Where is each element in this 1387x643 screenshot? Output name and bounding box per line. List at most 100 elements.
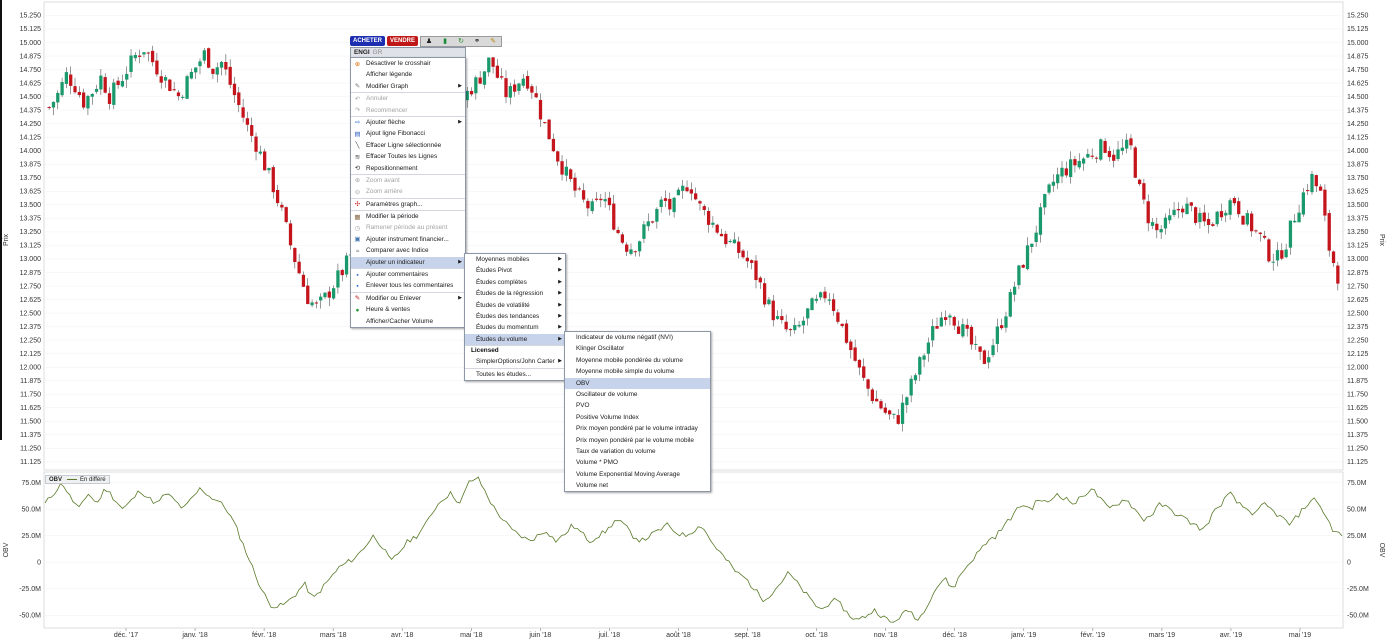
candle-body [150, 50, 155, 63]
menu-item-obv[interactable]: OBV [565, 377, 710, 389]
obv-tick-label-left: 50.0M [22, 506, 42, 513]
price-tick-label-left: 13.250 [20, 229, 42, 236]
menu-item-ajouter-un-indicateur[interactable]: Ajouter un indicateur ▶ [351, 256, 465, 269]
candle-body [1064, 168, 1068, 176]
menu-item-ramener-periode-au-present[interactable]: ◷ Ramener période au présent [351, 222, 465, 233]
candle [762, 278, 767, 308]
menu-item-heure-ventes[interactable]: ● Heure & ventes [351, 304, 465, 315]
candle [228, 59, 232, 89]
menu-item-ajouter-fleche[interactable]: ⇨ Ajouter flèche ▶ [351, 117, 465, 128]
candle [974, 335, 978, 350]
menu-item-effacer-ligne-selectionnee[interactable]: ╲ Effacer Ligne sélectionnée [351, 140, 465, 151]
all-studies-item[interactable]: Toutes les études... [465, 369, 565, 380]
menu-item-annuler[interactable]: ↶ Annuler [351, 93, 465, 104]
menu-item-afficher-legende[interactable]: Afficher légende [351, 69, 465, 80]
menu-item-ajouter-commentaires[interactable]: ▪ Ajouter commentaires [351, 269, 465, 280]
menu-item-effacer-toutes-les-lignes[interactable]: ≋ Effacer Toutes les Lignes [351, 151, 465, 162]
menu-item-prix-moyen-pondere-par-le-volume-intraday[interactable]: Prix moyen pondéré par le volume intrada… [565, 423, 710, 434]
candle-body [879, 401, 883, 409]
menu-item-ajout-ligne-fibonacci[interactable]: ▤ Ajout ligne Fibonacci [351, 128, 465, 139]
menu-item-label: Afficher légende [366, 71, 413, 79]
menu-item-comparer-avec-indice[interactable]: ≈ Comparer avec Indice [351, 245, 465, 256]
candle [194, 67, 198, 79]
candle-body [974, 343, 978, 345]
candle-body [51, 101, 56, 108]
candle [594, 192, 599, 202]
menu-item-etudes-de-volatilite[interactable]: Études de volatilité ▶ [465, 300, 565, 311]
menu-item-etudes-du-volume[interactable]: Études du volume ▶ [465, 333, 565, 346]
menu-item-moyenne-mobile-ponderee-du-volume[interactable]: Moyenne mobile pondérée du volume [565, 355, 710, 366]
candle-body [1017, 265, 1021, 286]
price-tick-label-right: 13.875 [1347, 162, 1369, 169]
menu-item-modifier-ou-enlever[interactable]: ✎ Modifier ou Enlever ▶ [351, 293, 465, 304]
candle-body [1146, 201, 1150, 224]
menu-item-afficher-cacher-volume[interactable]: Afficher/Cacher Volume [351, 316, 465, 327]
submenu-arrow-icon: ▶ [458, 258, 462, 265]
menu-item-oscillateur-de-volume[interactable]: Oscillateur de volume [565, 389, 710, 400]
price-chart[interactable]: 15.250 15.250 15.125 15.125 15.000 15.000 14.8… [0, 0, 1387, 643]
candle [905, 396, 909, 414]
candle-body [469, 90, 474, 95]
menu-item-indicateur-de-volume-negatif-nvi[interactable]: Indicateur de volume négatif (NVI) [565, 332, 710, 343]
menu-item-zoom-avant[interactable]: ⊕ Zoom avant [351, 175, 465, 186]
candle [844, 319, 849, 345]
menu-item-desactiver-le-crosshair[interactable]: ⊕ Désactiver le crosshair [351, 58, 465, 69]
menu-item-volume-exponential-moving-average[interactable]: Volume Exponential Moving Average [565, 469, 710, 480]
menu-item-enlever-tous-les-commentaires[interactable]: ▪ Enlever tous les commentaires [351, 280, 465, 291]
submenu-arrow-icon: ▶ [458, 82, 462, 89]
menu-item-moyennes-mobiles[interactable]: Moyennes mobiles ▶ [465, 254, 565, 265]
candle-body [258, 151, 262, 154]
bar-chart-icon[interactable]: ▮ [437, 37, 453, 46]
candle [694, 187, 698, 201]
menu-item-taux-de-variation-du-volume[interactable]: Taux de variation du volume [565, 446, 710, 457]
obv-tick-label-right: 25.0M [1347, 533, 1367, 540]
menu-item-modifier-graph[interactable]: ✎ Modifier Graph ▶ [351, 81, 465, 92]
candle-body [206, 48, 211, 68]
candle [564, 159, 568, 182]
menu-item-volume-net[interactable]: Volume net [565, 480, 710, 491]
all-studies-label: Toutes les études... [476, 370, 532, 378]
candle [116, 76, 120, 89]
menu-item-etudes-pivot[interactable]: Études Pivot ▶ [465, 265, 565, 276]
menu-item-simpleroptions-john-carter[interactable]: SimplerOptions/John Carter ▶ [465, 356, 565, 367]
menu-item-positive-volume-index[interactable]: Positive Volume Index [565, 412, 710, 423]
candle-body [793, 325, 797, 331]
menu-item-pvo[interactable]: PVO [565, 400, 710, 411]
person-icon[interactable]: ♟ [421, 37, 437, 46]
menu-item-repositionnement[interactable]: ⟲ Repositionnement [351, 163, 465, 174]
menu-item-etudes-du-momentum[interactable]: Études du momentum ▶ [465, 322, 565, 333]
buy-button[interactable]: ACHETER [350, 36, 386, 46]
menu-item-moyenne-mobile-simple-du-volume[interactable]: Moyenne mobile simple du volume [565, 366, 710, 377]
menu-item-zoom-arriere[interactable]: ⊖ Zoom arrière [351, 186, 465, 197]
candle [1086, 148, 1090, 159]
candle-body [146, 52, 150, 54]
candle [741, 249, 745, 259]
menu-item-volume-pmo[interactable]: Volume * PMO [565, 457, 710, 468]
menu-item-label: Heure & ventes [366, 306, 411, 314]
candle [103, 73, 107, 94]
menu-item-modifier-la-periode[interactable]: ▦ Modifier la période [351, 211, 465, 222]
candle-body [491, 57, 495, 67]
menu-item-etudes-de-la-regression[interactable]: Études de la régression ▶ [465, 288, 565, 299]
menu-item-klinger-oscillator[interactable]: Klinger Oscillator [565, 343, 710, 354]
menu-item-parametres-graph[interactable]: ✣ Paramètres graph... [351, 199, 465, 210]
link-icon[interactable]: ⚭ [469, 37, 485, 46]
pencil-icon[interactable]: ✎ [485, 37, 501, 46]
candle [314, 300, 319, 309]
menu-item-recommencer[interactable]: ↷ Recommencer [351, 105, 465, 116]
candle [538, 93, 543, 127]
obv-line [44, 476, 1343, 623]
candle-body [1038, 207, 1043, 235]
sell-button[interactable]: VENDRE [387, 36, 419, 46]
menu-item-prix-moyen-pondere-par-le-volume-mobile[interactable]: Prix moyen pondéré par le volume mobile [565, 435, 710, 446]
refresh-icon[interactable]: ↻ [453, 37, 469, 46]
indicator-legend[interactable]: OBV En différé [45, 475, 110, 484]
undo-icon: ↶ [354, 95, 361, 103]
candle [1232, 196, 1237, 206]
menu-item-ajouter-instrument-financier[interactable]: ▣ Ajouter instrument financier... [351, 234, 465, 245]
menu-item-etudes-des-tendances[interactable]: Études des tendances ▶ [465, 311, 565, 322]
price-tick-label-right: 12.375 [1347, 324, 1369, 331]
menu-item-etudes-completes[interactable]: Études complètes ▶ [465, 277, 565, 288]
candle [887, 409, 892, 420]
candle-body [1181, 208, 1185, 213]
